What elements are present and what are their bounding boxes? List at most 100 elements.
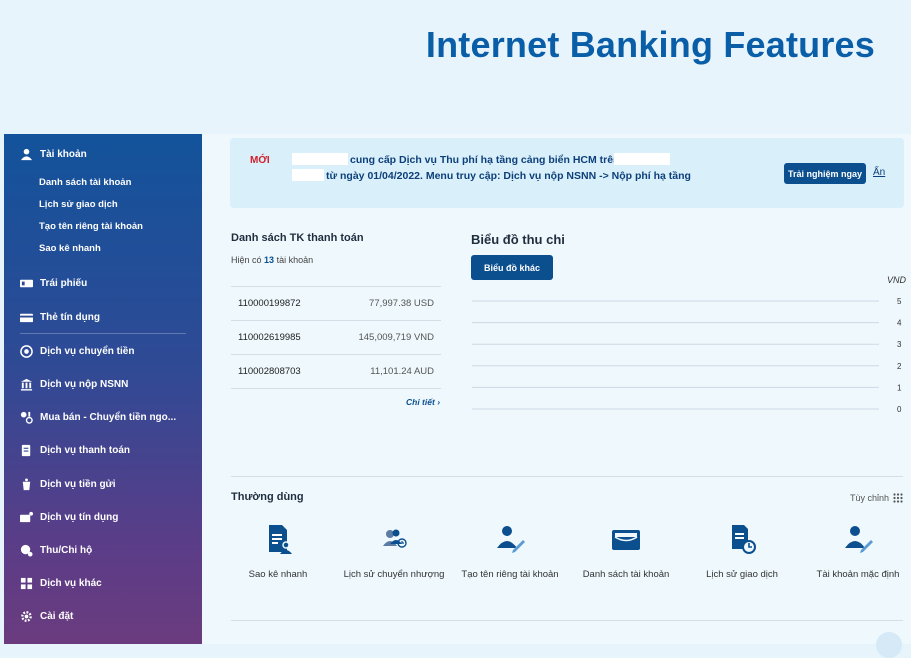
detail-link-label: Chi tiết [406, 397, 435, 407]
sidebar-subitem-quick-statement[interactable]: Sao kê nhanh [39, 243, 101, 254]
chart-y-tick-label: 3 [897, 340, 902, 349]
chat-bubble-icon[interactable] [876, 632, 902, 658]
sidebar-item-label: Dịch vụ chuyển tiền [40, 345, 135, 357]
sidebar-item-credit-card[interactable]: Thẻ tín dụng [20, 307, 100, 327]
statement-icon [269, 525, 292, 554]
account-balance: 77,997.38 USD [369, 298, 434, 309]
sidebar-item-payment[interactable]: Dịch vụ thanh toán [20, 440, 130, 460]
sidebar-item-settings[interactable]: Cài đặt [20, 606, 73, 626]
exchange-icon [20, 411, 33, 424]
sidebar-item-money-transfer[interactable]: Dịch vụ chuyển tiền [20, 341, 134, 361]
loan-icon [20, 511, 33, 522]
sidebar-item-bonds[interactable]: Trái phiếu [20, 273, 87, 293]
sidebar-item-label: Mua bán - Chuyển tiền ngo... [40, 411, 177, 423]
credit-card-icon [20, 313, 33, 322]
chart-y-tick-label: 2 [897, 362, 902, 371]
accounts-count-value: 13 [264, 255, 275, 265]
sidebar-item-label: Dịch vụ thanh toán [40, 444, 130, 456]
user-pen-icon [845, 526, 873, 553]
frequent-title: Thường dùng [231, 491, 304, 503]
collection-icon [20, 544, 33, 557]
shortcut-default-account[interactable]: Tài khoản mặc định [800, 522, 911, 580]
sidebar-item-label: Thu/Chi hộ [40, 544, 93, 556]
accounts-count: Hiện có 13 tài khoản [231, 255, 313, 265]
user-icon [20, 148, 33, 160]
banner-text-line2: từ ngày 01/04/2022. Menu truy cập: Dịch … [326, 170, 691, 182]
sidebar-item-label: Dịch vụ tiền gửi [40, 478, 116, 490]
hide-banner-link[interactable]: Ẩn [873, 167, 885, 178]
bond-icon [20, 279, 33, 287]
account-row[interactable]: 110002808703 11,101.24 AUD [231, 354, 441, 389]
try-now-button[interactable]: Trải nghiệm ngay [784, 163, 866, 184]
shortcut-label: Tạo tên riêng tài khoản [461, 569, 559, 580]
shortcut-label: Lịch sử giao dịch [706, 569, 778, 580]
document-clock-icon [732, 525, 756, 554]
sidebar-item-label: Trái phiếu [40, 277, 88, 289]
grid-dots-icon [893, 493, 903, 503]
account-detail-link[interactable]: Chi tiết › [406, 397, 440, 407]
shortcut-label: Danh sách tài khoản [582, 569, 670, 580]
income-expense-chart: VND 5 4 3 2 1 0 [472, 275, 907, 414]
chart-y-tick-label: 1 [897, 383, 902, 392]
account-number: 110002619985 [238, 332, 301, 343]
account-row[interactable]: 110000199872 77,997.38 USD [231, 286, 441, 321]
announcement-banner: MỚI cung cấp Dịch vụ Thu phí hạ tầng cản… [230, 138, 904, 208]
chevron-right-icon: › [437, 397, 441, 407]
sidebar-subitem-custom-name[interactable]: Tạo tên riêng tài khoản [39, 221, 143, 232]
shortcut-label: Tài khoản mặc định [816, 569, 900, 580]
sidebar-item-deposit[interactable]: Dịch vụ tiền gửi [20, 474, 116, 494]
banner-text-line1: cung cấp Dịch vụ Thu phí hạ tầng cảng bi… [350, 154, 620, 166]
sidebar-item-label: Thẻ tín dụng [40, 311, 100, 323]
sidebar: Tài khoản Danh sách tài khoản Lịch sử gi… [4, 134, 202, 644]
new-badge: MỚI [250, 155, 270, 166]
transfer-history-icon [383, 529, 407, 548]
shortcut-account-list[interactable]: Danh sách tài khoản [568, 522, 684, 580]
chart-unit-label: VND [887, 275, 907, 285]
accounts-count-prefix: Hiện có [231, 255, 262, 265]
shortcut-custom-account-name[interactable]: Tạo tên riêng tài khoản [452, 522, 568, 580]
sidebar-item-label: Dịch vụ tín dụng [40, 511, 119, 523]
chart-y-tick-label: 4 [897, 319, 902, 328]
sidebar-subitem-account-list[interactable]: Danh sách tài khoản [39, 177, 131, 188]
sidebar-item-collection[interactable]: Thu/Chi hộ [20, 540, 92, 560]
sidebar-item-foreign-exchange[interactable]: Mua bán - Chuyển tiền ngo... [20, 407, 176, 427]
sidebar-divider [20, 333, 186, 334]
shortcut-transfer-history[interactable]: Lịch sử chuyển nhượng [336, 522, 452, 580]
sidebar-item-account[interactable]: Tài khoản [20, 144, 87, 164]
account-balance: 11,101.24 AUD [370, 366, 434, 377]
sidebar-item-loan[interactable]: Dịch vụ tín dụng [20, 507, 118, 527]
chart-y-tick-label: 5 [897, 297, 902, 306]
shortcut-label: Lịch sử chuyển nhượng [343, 569, 445, 580]
sidebar-item-label: Dịch vụ nộp NSNN [40, 378, 129, 390]
customize-button[interactable]: Tùy chỉnh [850, 493, 903, 503]
shortcut-transaction-history[interactable]: Lịch sử giao dịch [684, 522, 800, 580]
section-divider [231, 476, 903, 477]
payment-icon [21, 444, 31, 456]
section-divider [231, 620, 903, 621]
accounts-title: Danh sách TK thanh toán [231, 232, 364, 244]
gear-icon [21, 610, 32, 622]
sidebar-item-label: Dịch vụ khác [40, 577, 102, 589]
wallet-icon [612, 530, 640, 550]
account-number: 110000199872 [238, 298, 301, 309]
sidebar-item-state-budget[interactable]: Dịch vụ nộp NSNN [20, 374, 128, 394]
account-row[interactable]: 110002619985 145,009,719 VND [231, 320, 441, 355]
app-window: Tài khoản Danh sách tài khoản Lịch sử gi… [4, 134, 911, 644]
account-number: 110002808703 [238, 366, 301, 377]
money-transfer-icon [20, 344, 33, 358]
account-balance: 145,009,719 VND [358, 332, 434, 343]
sidebar-item-other-services[interactable]: Dịch vụ khác [20, 573, 102, 593]
bank-icon [20, 378, 33, 391]
redacted-block [292, 153, 348, 165]
deposit-icon [22, 477, 31, 490]
customize-label: Tùy chỉnh [850, 493, 890, 503]
redacted-block [614, 153, 670, 165]
sidebar-subitem-transaction-history[interactable]: Lịch sử giao dịch [39, 199, 118, 210]
user-edit-icon [497, 526, 525, 553]
sidebar-item-label: Cài đặt [40, 610, 74, 622]
page-title: Internet Banking Features [425, 24, 875, 65]
grid-icon [20, 577, 33, 589]
shortcut-quick-statement[interactable]: Sao kê nhanh [220, 522, 336, 580]
accounts-count-suffix: tài khoản [276, 255, 314, 265]
redacted-block [292, 169, 324, 181]
